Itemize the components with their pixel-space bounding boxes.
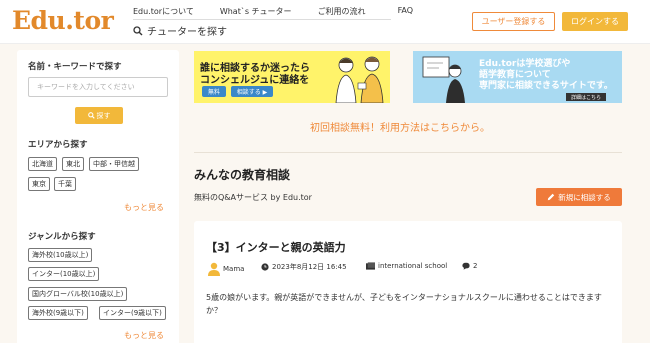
- site-header: Edu.tor Edu.torについて What`s チューター ご利用の流れ …: [0, 0, 650, 44]
- post-comment-count: 2: [473, 262, 478, 270]
- nav-divider: [133, 19, 391, 20]
- genre-tag-inter-10[interactable]: インター(10歳以上): [28, 267, 100, 281]
- page-title: みんなの教育相談: [194, 168, 291, 182]
- post-date: 2023年8月12日 16:45: [261, 262, 347, 272]
- free-chip: 無料: [202, 86, 226, 97]
- login-button[interactable]: ログインする: [562, 12, 628, 31]
- user-icon: [208, 262, 220, 276]
- nav-faq[interactable]: FAQ: [398, 6, 414, 17]
- new-consultation-button[interactable]: 新規に相談する: [536, 188, 622, 206]
- area-tag-chiba[interactable]: 千葉: [54, 177, 76, 191]
- area-section-title: エリアから探す: [28, 140, 88, 150]
- post-body: 5歳の娘がいます。親が英語ができませんが、子どもをインターナショナルスクールに通…: [206, 293, 602, 315]
- keyword-input[interactable]: キーワードを入力してください: [28, 77, 168, 97]
- people-illustration: [335, 56, 384, 103]
- nav-flow[interactable]: ご利用の流れ: [318, 6, 366, 17]
- genre-tag-overseas-9[interactable]: 海外校(9歳以下): [28, 306, 88, 320]
- genre-more-link[interactable]: もっと見る: [124, 330, 164, 341]
- post-author-name: Mama: [223, 265, 245, 273]
- area-tag-hokkaido[interactable]: 北海道: [28, 157, 57, 171]
- sidebar-search-button[interactable]: 探す: [75, 107, 123, 124]
- teacher-illustration: [422, 56, 465, 103]
- clock-icon: [261, 263, 269, 271]
- site-logo[interactable]: Edu.tor: [12, 6, 114, 35]
- genre-tag-overseas-10[interactable]: 海外校(10歳以上): [28, 248, 93, 262]
- free-consult-link[interactable]: 初回相談無料！利用方法はこちらから。: [310, 119, 490, 134]
- area-more-link[interactable]: もっと見る: [124, 202, 164, 213]
- comment-icon: [462, 262, 470, 270]
- folder-icon: [366, 262, 375, 270]
- consultation-card[interactable]: 【3】インターと親の英語力 Mama 2023年8月12日 16:45 inte…: [194, 221, 622, 343]
- area-tag-tohoku[interactable]: 東北: [62, 157, 84, 171]
- post-comments: 2: [462, 262, 477, 270]
- genre-tag-inter-9[interactable]: インター(9歳以下): [99, 306, 166, 320]
- area-tag-tokyo[interactable]: 東京: [28, 177, 50, 191]
- main-divider: [194, 152, 622, 153]
- keyword-section-title: 名前・キーワードで探す: [28, 62, 122, 72]
- genre-tag-domestic-global-10[interactable]: 国内グローバル校(10歳以上): [28, 287, 128, 301]
- genre-section-title: ジャンルから探す: [28, 232, 96, 242]
- search-sidebar: 名前・キーワードで探す キーワードを入力してください 探す エリアから探す 北海…: [17, 50, 179, 343]
- concierge-banner-line2: コンシェルジュに連絡を: [200, 75, 310, 86]
- nav-about[interactable]: Edu.torについて: [133, 6, 194, 17]
- post-title[interactable]: 【3】インターと親の英語力: [206, 239, 346, 255]
- concierge-banner[interactable]: 誰に相談するか迷ったら コンシェルジュに連絡を 無料 相談する ▶: [194, 51, 390, 103]
- top-nav: Edu.torについて What`s チューター ご利用の流れ FAQ: [133, 6, 443, 17]
- new-consultation-label: 新規に相談する: [558, 192, 611, 202]
- post-author: Mama: [208, 262, 244, 276]
- about-banner-line3: 専門家に相談できるサイトです。: [479, 81, 613, 91]
- find-tutor-link[interactable]: チューターを探す: [133, 23, 227, 38]
- edit-icon: [548, 193, 555, 201]
- post-category[interactable]: international school: [366, 262, 447, 270]
- nav-whats-tutor[interactable]: What`s チューター: [220, 6, 292, 17]
- search-icon: [133, 25, 143, 35]
- post-date-text: 2023年8月12日 16:45: [272, 263, 347, 271]
- register-button[interactable]: ユーザー登録する: [472, 12, 555, 31]
- search-icon: [87, 112, 95, 119]
- find-tutor-label: チューターを探す: [147, 27, 227, 38]
- sidebar-search-label: 探す: [96, 111, 111, 120]
- consult-chip: 相談する ▶: [231, 86, 273, 97]
- banner-detail-button[interactable]: 詳細はこちら: [566, 93, 606, 101]
- page-subtitle: 無料のQ&Aサービス by Edu.tor: [194, 193, 312, 202]
- area-tag-chubu[interactable]: 中部・甲信越: [89, 157, 139, 171]
- post-category-text: international school: [378, 262, 448, 270]
